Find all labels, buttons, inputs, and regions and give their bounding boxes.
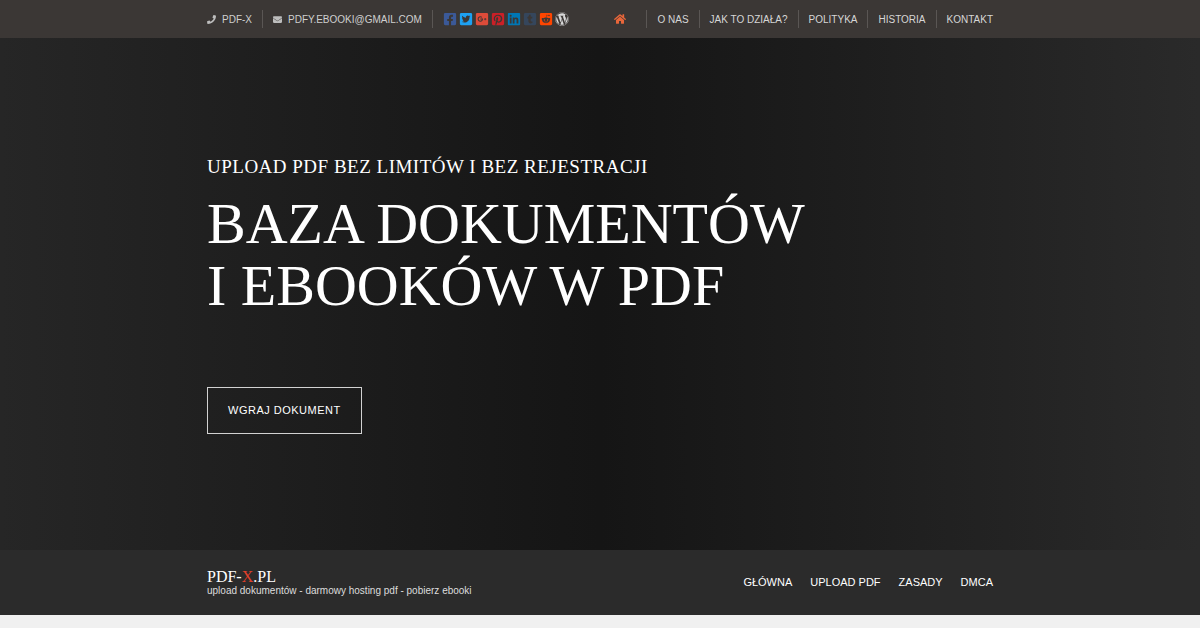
footer-nav-link[interactable]: UPLOAD PDF [810, 574, 880, 591]
footer-nav-link[interactable]: DMCA [961, 574, 993, 591]
nav-link[interactable]: POLITYKA [809, 12, 858, 27]
social-link[interactable] [491, 12, 505, 26]
upload-button[interactable]: WGRAJ DOKUMENT [207, 387, 362, 434]
footer-nav: GŁÓWNA UPLOAD PDF ZASADY DMCA [743, 574, 993, 591]
social-link[interactable] [523, 12, 537, 26]
googleplus-icon [475, 12, 489, 26]
linkedin-icon [507, 12, 521, 26]
home-link[interactable] [604, 13, 636, 25]
bottom-strip [0, 615, 1200, 628]
nav-link[interactable]: JAK TO DZIAŁA? [710, 12, 788, 27]
social-link[interactable] [475, 12, 489, 26]
nav-link[interactable]: HISTORIA [878, 12, 925, 27]
home-icon [614, 13, 626, 25]
page: PDF-X PDFY.EBOOKI@GMAIL.COM O NAS JAK TO DZ… [0, 0, 1200, 628]
hero: UPLOAD PDF BEZ LIMITÓW I BEZ REJESTRACJI… [0, 38, 1200, 550]
phone-icon [207, 15, 216, 24]
separator [699, 10, 700, 28]
separator [432, 10, 433, 28]
separator [867, 10, 868, 28]
pinterest-icon [491, 12, 505, 26]
wordpress-icon [555, 12, 569, 26]
social-link[interactable] [507, 12, 521, 26]
hero-title: BAZA DOKUMENTÓWI EBOOKÓW W PDF [207, 193, 993, 317]
footer: PDF-X.PLupload dokumentów - darmowy host… [0, 550, 1200, 615]
contact-link[interactable]: PDF-X [207, 12, 252, 27]
mail-icon [273, 15, 282, 24]
twitter-icon [459, 12, 473, 26]
separator [936, 10, 937, 28]
social-link[interactable] [555, 12, 569, 26]
separator [798, 10, 799, 28]
nav-link[interactable]: O NAS [657, 12, 688, 27]
contact-link[interactable]: PDFY.EBOOKI@GMAIL.COM [273, 12, 422, 27]
separator [262, 10, 263, 28]
top-bar: PDF-X PDFY.EBOOKI@GMAIL.COM O NAS JAK TO DZ… [0, 0, 1200, 38]
facebook-icon [443, 12, 457, 26]
footer-tagline: upload dokumentów - darmowy hosting pdf … [207, 585, 472, 597]
tumblr-icon [523, 12, 537, 26]
social-links [443, 12, 569, 26]
nav-link[interactable]: KONTAKT [947, 12, 993, 27]
footer-logo[interactable]: PDF-X.PLupload dokumentów - darmowy host… [207, 569, 472, 597]
hero-subtitle: UPLOAD PDF BEZ LIMITÓW I BEZ REJESTRACJI [207, 155, 993, 179]
separator [646, 10, 647, 28]
social-link[interactable] [459, 12, 473, 26]
social-link[interactable] [443, 12, 457, 26]
reddit-icon [539, 12, 553, 26]
footer-nav-link[interactable]: GŁÓWNA [743, 574, 792, 591]
footer-nav-link[interactable]: ZASADY [899, 574, 943, 591]
social-link[interactable] [539, 12, 553, 26]
